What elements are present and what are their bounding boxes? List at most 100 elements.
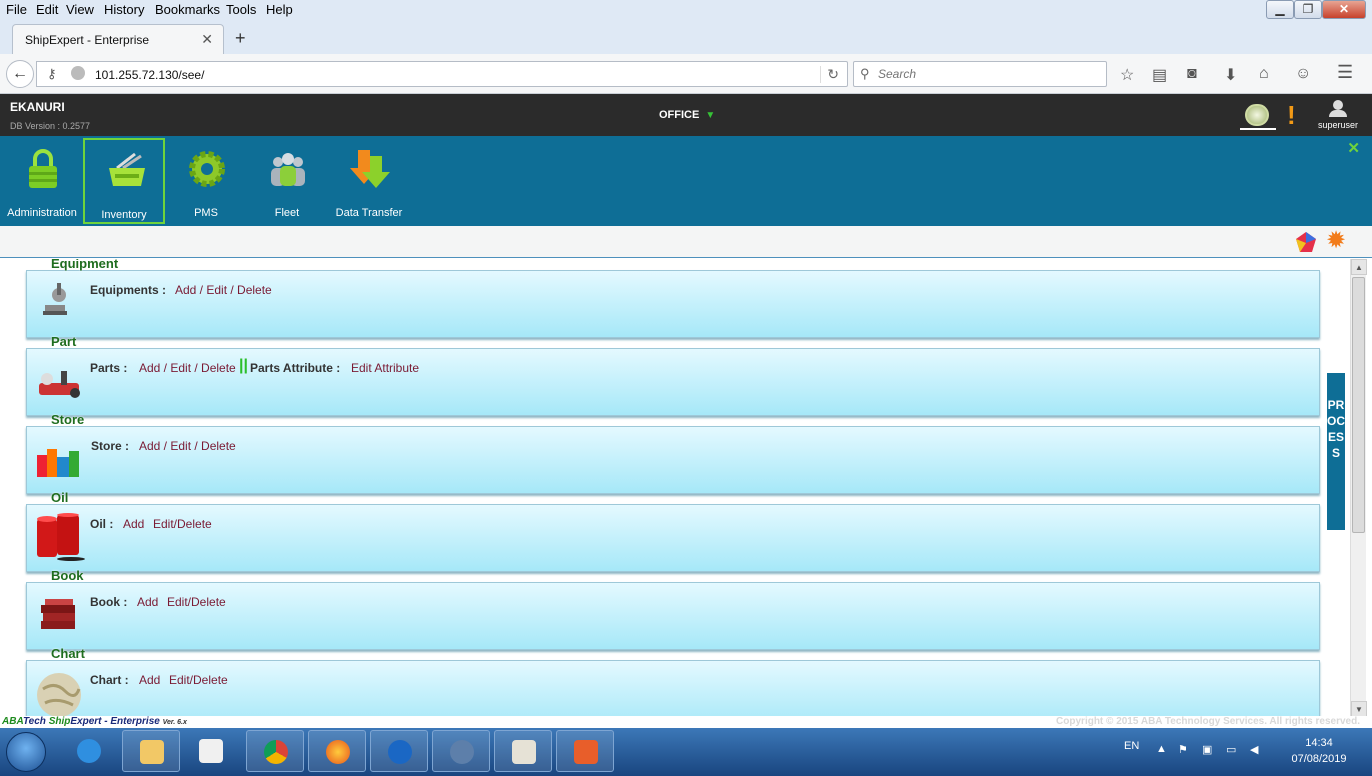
menu-edit[interactable]: Edit <box>36 2 58 17</box>
taskbar-firefox[interactable] <box>308 730 366 772</box>
taskbar-thunderbird[interactable] <box>432 730 490 772</box>
app-footer: ABATech ShipExpert - Enterprise Ver. 6.x… <box>0 716 1372 728</box>
panel-title: Book <box>51 568 84 583</box>
url-text[interactable]: 101.255.72.130/see/ <box>95 68 204 82</box>
module-fleet[interactable]: Fleet <box>246 138 328 224</box>
copyright-text: Copyright © 2015 ABA Technology Services… <box>1056 716 1360 727</box>
url-bar[interactable]: ⚷ 101.255.72.130/see/ ↻ <box>36 61 848 87</box>
module-label: PMS <box>194 207 218 219</box>
page-scrollbar[interactable]: ▲ ▼ <box>1350 259 1367 717</box>
search-bar[interactable]: ⚲ <box>853 61 1107 87</box>
reload-icon[interactable]: ↻ <box>820 66 839 83</box>
parts-add-edit-delete-link[interactable]: Add / Edit / Delete <box>139 361 236 375</box>
back-button[interactable]: ← <box>6 60 34 88</box>
download-icon[interactable]: ⬇ <box>1224 65 1237 85</box>
chart-add-link[interactable]: Add <box>139 673 160 687</box>
tool-row: ✹ <box>0 226 1372 258</box>
new-tab-icon[interactable]: + <box>235 28 246 49</box>
tab-title: ShipExpert - Enterprise <box>25 33 150 47</box>
taskbar-ie[interactable] <box>60 730 118 772</box>
chart-label: Chart : <box>90 673 129 687</box>
panel-book: Book Book : Add Edit/Delete <box>26 568 1320 650</box>
bookmark-star-icon[interactable]: ☆ <box>1120 65 1134 85</box>
start-button[interactable] <box>6 732 46 772</box>
chat-icon[interactable]: ☺ <box>1295 65 1311 83</box>
module-bar: Administration Inventory PMS Fleet Data … <box>0 136 1372 226</box>
taskbar-foxit[interactable] <box>556 730 614 772</box>
menu-help[interactable]: Help <box>266 2 293 17</box>
menu-tools[interactable]: Tools <box>226 2 256 17</box>
browser-tab[interactable]: ShipExpert - Enterprise ✕ <box>12 24 224 54</box>
oil-drum-icon <box>37 513 85 561</box>
chart-edit-delete-link[interactable]: Edit/Delete <box>169 673 228 687</box>
alert-icon[interactable]: ! <box>1287 100 1296 131</box>
volume-muted-icon[interactable]: ◀ <box>1250 743 1258 756</box>
oil-add-link[interactable]: Add <box>123 517 144 531</box>
oil-edit-delete-link[interactable]: Edit/Delete <box>153 517 212 531</box>
network-icon[interactable]: ▭ <box>1226 743 1236 756</box>
taskbar-teamviewer[interactable] <box>370 730 428 772</box>
close-tab-icon[interactable]: ✕ <box>201 31 213 48</box>
scroll-down-icon[interactable]: ▼ <box>1351 701 1367 717</box>
language-indicator[interactable]: EN <box>1124 740 1139 752</box>
taskbar-chrome[interactable] <box>246 730 304 772</box>
search-input[interactable] <box>878 66 1098 82</box>
reading-list-icon[interactable]: ▤ <box>1152 65 1167 85</box>
edit-attribute-link[interactable]: Edit Attribute <box>351 361 419 375</box>
menu-history[interactable]: History <box>104 2 144 17</box>
taskbar-explorer[interactable] <box>122 730 180 772</box>
process-tab[interactable]: PROCESS <box>1327 373 1345 530</box>
store-add-edit-delete-link[interactable]: Add / Edit / Delete <box>139 439 236 453</box>
book-edit-delete-link[interactable]: Edit/Delete <box>167 595 226 609</box>
people-icon <box>271 153 305 186</box>
maximize-button[interactable]: ❐ <box>1294 0 1322 19</box>
office-label: OFFICE <box>659 109 700 121</box>
menu-file[interactable]: File <box>6 2 27 17</box>
menu-bookmarks[interactable]: Bookmarks <box>155 2 220 17</box>
books-icon <box>41 599 75 629</box>
taskbar-media[interactable] <box>182 730 240 772</box>
taskbar-clock[interactable]: 14:34 07/08/2019 <box>1274 735 1364 767</box>
scroll-thumb[interactable] <box>1352 277 1365 533</box>
action-center-icon[interactable]: ⚑ <box>1178 743 1188 756</box>
minimize-button[interactable]: ▁ <box>1266 0 1294 19</box>
taskbar-paint[interactable] <box>494 730 552 772</box>
user-menu[interactable]: superuser <box>1313 100 1363 130</box>
module-label: Data Transfer <box>335 207 403 219</box>
panel-title: Oil <box>51 490 69 505</box>
gem-icon[interactable] <box>1295 231 1317 253</box>
tray-expand-icon[interactable]: ▲ <box>1156 743 1167 755</box>
module-data-transfer[interactable]: Data Transfer <box>328 138 410 224</box>
oil-label: Oil : <box>90 517 114 531</box>
basket-icon <box>109 152 145 186</box>
teamviewer-icon <box>388 740 412 764</box>
office-selector[interactable]: OFFICE ▼ <box>659 109 715 121</box>
scroll-up-icon[interactable]: ▲ <box>1351 259 1367 275</box>
hamburger-menu-icon[interactable]: ☰ <box>1337 62 1353 83</box>
key-icon[interactable]: ⚷ <box>47 66 57 82</box>
user-name: superuser <box>1317 120 1359 130</box>
home-icon[interactable]: ⌂ <box>1259 65 1269 83</box>
parts-label: Parts : <box>90 361 128 375</box>
module-pms[interactable]: PMS <box>165 138 247 224</box>
device-icon[interactable]: ▣ <box>1202 743 1212 756</box>
module-administration[interactable]: Administration <box>1 138 83 224</box>
parts-attribute-label: Parts Attribute : <box>250 361 341 375</box>
store-label: Store : <box>91 439 130 453</box>
panel-equipment: Equipment Equipments : Add / Edit / Dele… <box>26 259 1320 338</box>
module-inventory[interactable]: Inventory <box>83 138 165 224</box>
alarm-clock-icon[interactable] <box>1240 96 1276 130</box>
navigation-bar: ← ⚷ 101.255.72.130/see/ ↻ ⚲ ☆ ▤ ◙ ⬇ ⌂ ☺ … <box>0 54 1372 94</box>
app-header: EKANURI DB Version : 0.2577 OFFICE ▼ ! su… <box>0 94 1372 136</box>
book-add-link[interactable]: Add <box>137 595 158 609</box>
close-icon[interactable]: ✕ <box>1347 139 1360 157</box>
browser-menubar: File Edit View History Bookmarks Tools H… <box>0 0 1372 20</box>
pocket-icon[interactable]: ◙ <box>1187 65 1197 83</box>
windows-taskbar: EN ▲ ⚑ ▣ ▭ ◀ 14:34 07/08/2019 <box>0 728 1372 776</box>
equipment-add-edit-delete-link[interactable]: Add / Edit / Delete <box>175 283 272 297</box>
close-window-button[interactable]: ✕ <box>1322 0 1366 19</box>
menu-view[interactable]: View <box>66 2 94 17</box>
settings-gear-icon[interactable]: ✹ <box>1326 229 1346 253</box>
panel-chart: Chart Chart : Add Edit/Delete <box>26 646 1320 717</box>
brand-logo: ABATech ShipExpert - Enterprise Ver. 6.x <box>2 716 187 727</box>
